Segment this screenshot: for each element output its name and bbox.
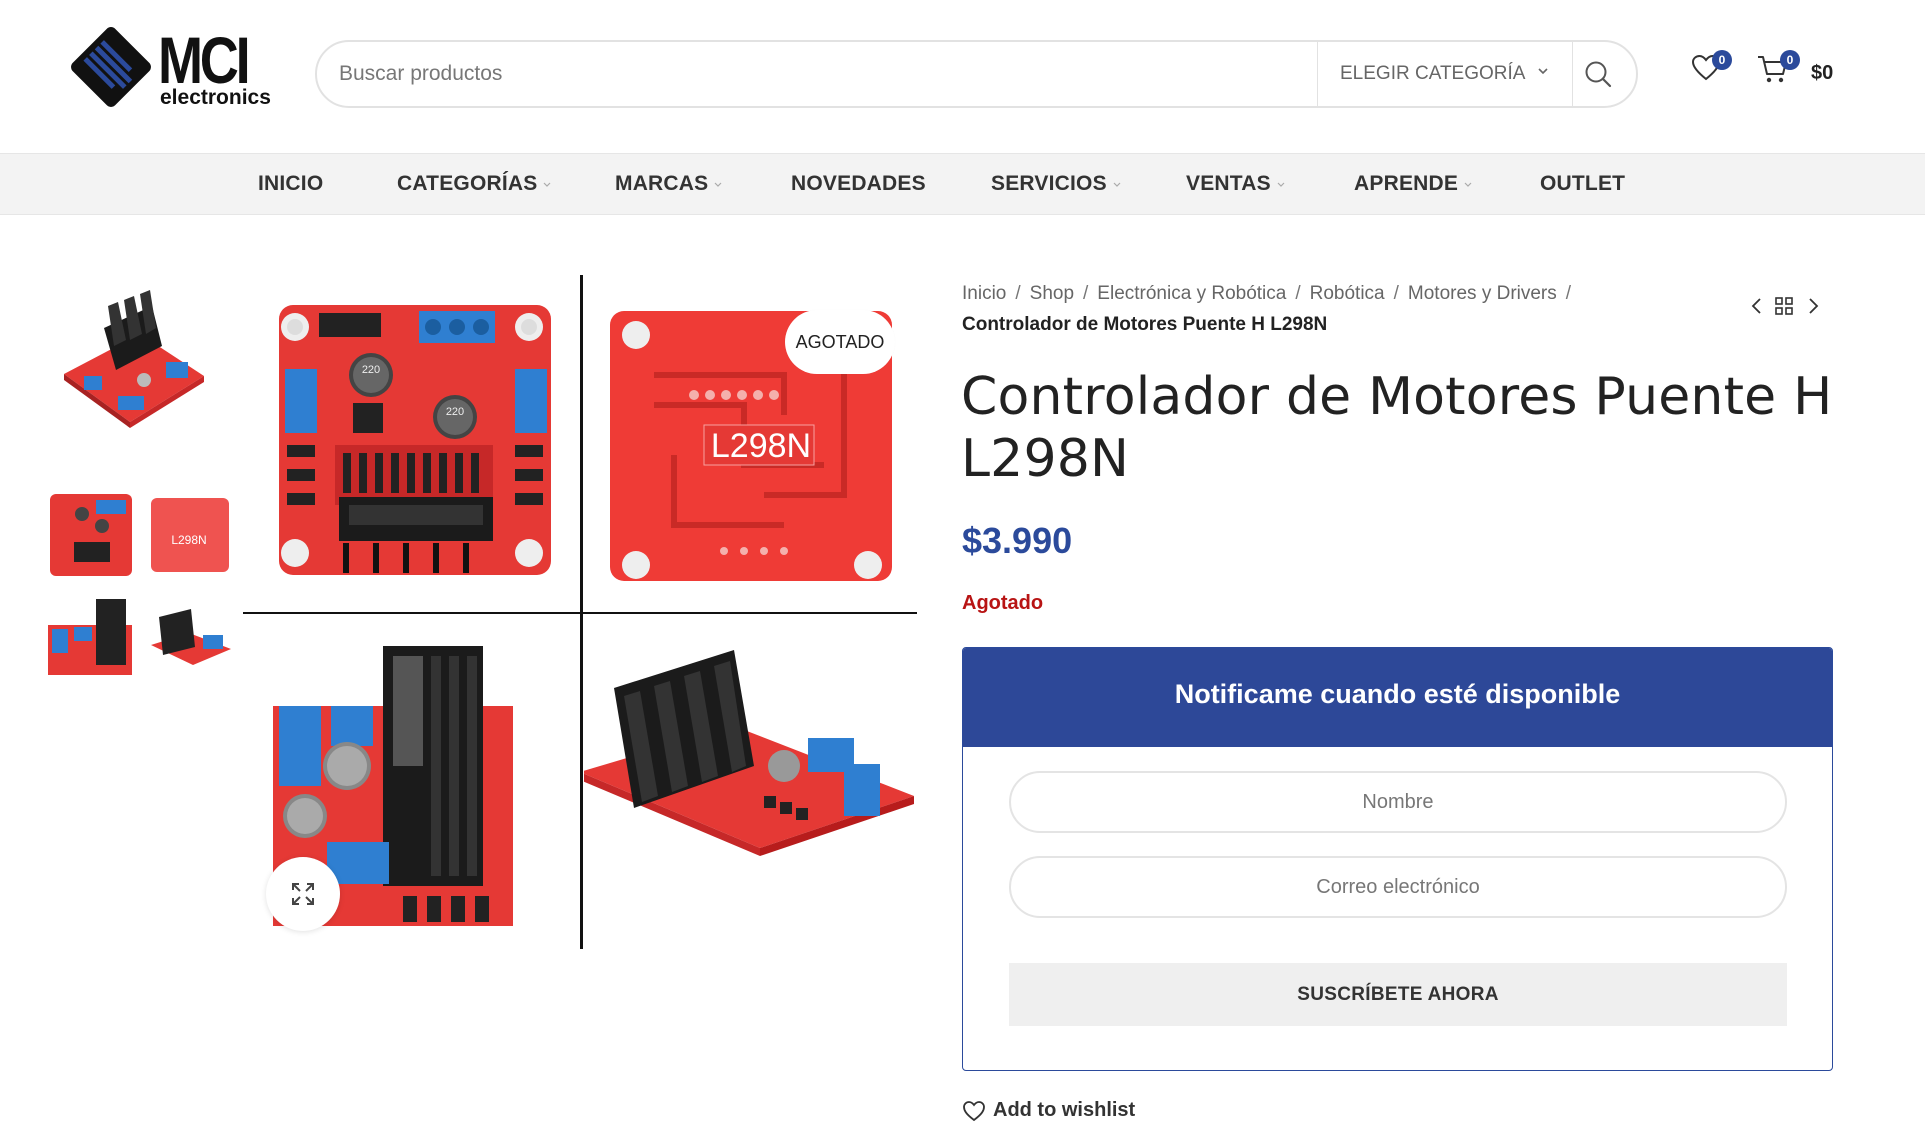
main-nav: INICIO CATEGORÍAS MARCAS NOVEDADES SERVI… — [0, 153, 1925, 215]
thumbnail-4[interactable] — [44, 589, 139, 686]
breadcrumb-link[interactable]: Shop — [1030, 283, 1074, 304]
nav-item-label: OUTLET — [1540, 172, 1626, 195]
breadcrumb-link[interactable]: Inicio — [962, 283, 1006, 304]
svg-text:220: 220 — [446, 406, 464, 418]
brand-tagline: electronics — [160, 86, 271, 109]
email-field[interactable]: Correo electrónico — [1009, 856, 1787, 918]
nav-item-inicio[interactable]: INICIO — [258, 154, 323, 214]
nav-item-label: INICIO — [258, 172, 324, 195]
chevron-down-icon — [1464, 182, 1472, 187]
add-to-wishlist-label: Add to wishlist — [993, 1099, 1136, 1121]
sold-out-tag: AGOTADO — [785, 310, 895, 374]
search-bar: ELEGIR CATEGORÍA — [315, 40, 1638, 108]
zoom-button[interactable] — [266, 857, 340, 931]
email-field-placeholder: Correo electrónico — [1316, 875, 1480, 898]
expand-icon — [292, 883, 314, 905]
chevron-down-icon — [1538, 68, 1548, 75]
nav-item-outlet[interactable]: OUTLET — [1540, 154, 1625, 214]
category-select-label: ELEGIR CATEGORÍA — [1340, 63, 1526, 84]
chevron-down-icon — [544, 182, 551, 187]
heart-icon — [963, 1100, 985, 1121]
nav-item-label: APRENDE — [1354, 172, 1459, 195]
nav-item-label: NOVEDADES — [791, 172, 926, 195]
cart-total[interactable]: $0 — [1811, 62, 1833, 85]
subscribe-button[interactable]: SUSCRÍBETE AHORA — [1009, 963, 1787, 1026]
product-navigation — [1748, 294, 1820, 318]
chevron-down-icon — [1113, 182, 1121, 187]
breadcrumb-separator: / — [1015, 283, 1021, 304]
product-image-thumbnail: L298N — [151, 498, 229, 572]
breadcrumb-separator: / — [1393, 283, 1399, 304]
gallery-divider-horizontal — [243, 612, 917, 614]
gallery-image-top-view: 220 220 — [243, 275, 579, 611]
nav-item-novedades[interactable]: NOVEDADES — [791, 154, 926, 214]
nav-item-ventas[interactable]: VENTAS — [1186, 154, 1286, 214]
search-input[interactable] — [339, 54, 1299, 94]
breadcrumb-separator: / — [1083, 283, 1089, 304]
nav-item-label: SERVICIOS — [991, 172, 1107, 195]
grid-icon[interactable] — [1774, 296, 1794, 316]
chevron-down-icon — [1277, 182, 1285, 187]
name-field[interactable]: Nombre — [1009, 771, 1787, 833]
breadcrumb-separator: / — [1295, 283, 1301, 304]
mci-logo-mark — [71, 27, 151, 107]
search-icon — [1585, 61, 1612, 88]
mci-logo[interactable]: MCI electronics — [66, 22, 276, 112]
nav-item-label: VENTAS — [1186, 172, 1271, 195]
breadcrumb-link[interactable]: Motores y Drivers — [1408, 283, 1557, 304]
chevron-left-icon[interactable] — [1748, 296, 1766, 316]
brand-name: MCI — [158, 23, 251, 97]
breadcrumb-separator: / — [1565, 283, 1572, 304]
notify-heading: Notificame cuando esté disponible — [963, 648, 1832, 747]
breadcrumb: Inicio / Shop / Electrónica y Robótica / Robót… — [962, 278, 1682, 340]
nav-item-label: MARCAS — [615, 172, 709, 195]
stock-status: Agotado — [962, 592, 1044, 614]
chevron-down-icon — [714, 182, 722, 187]
nav-item-categorias[interactable]: CATEGORÍAS — [397, 154, 552, 214]
cart-count-badge: 0 — [1780, 50, 1800, 70]
svg-text:220: 220 — [362, 364, 380, 376]
category-select[interactable]: ELEGIR CATEGORÍA — [1317, 42, 1573, 106]
thumbnail-5[interactable] — [145, 589, 234, 686]
nav-item-label: CATEGORÍAS — [397, 172, 538, 195]
thumbnail-2[interactable] — [44, 488, 139, 583]
product-price: $3.990 — [962, 520, 1073, 561]
thumbnail-list: L298N — [44, 276, 234, 686]
breadcrumb-link[interactable]: Robótica — [1310, 283, 1385, 304]
nav-item-marcas[interactable]: MARCAS — [615, 154, 723, 214]
name-field-placeholder: Nombre — [1362, 790, 1434, 813]
breadcrumb-current: Controlador de Motores Puente H L298N — [962, 314, 1328, 335]
wishlist-header-button[interactable]: 0 — [1690, 50, 1732, 89]
notify-form: Notificame cuando esté disponible Nombre… — [962, 647, 1833, 1071]
product-image-thumbnail — [48, 599, 132, 675]
thumbnail-chip-label: L298N — [171, 533, 206, 547]
gallery-chip-label: L298N — [711, 427, 811, 465]
breadcrumb-link[interactable]: Electrónica y Robótica — [1097, 283, 1286, 304]
product-image-thumbnail — [64, 290, 204, 428]
gallery-image-heatsink-view — [584, 616, 917, 949]
chevron-right-icon[interactable] — [1804, 296, 1822, 316]
cart-button[interactable]: 0 — [1756, 50, 1800, 91]
nav-item-aprende[interactable]: APRENDE — [1354, 154, 1473, 214]
thumbnail-1[interactable] — [44, 276, 234, 446]
product-title: Controlador de Motores Puente H L298N — [961, 367, 1833, 489]
nav-item-servicios[interactable]: SERVICIOS — [991, 154, 1122, 214]
wishlist-count-badge: 0 — [1712, 50, 1732, 70]
search-button[interactable] — [1570, 42, 1626, 106]
add-to-wishlist-link[interactable]: Add to wishlist — [962, 1099, 1135, 1122]
site-header: MCI electronics ELEGIR CATEGORÍA 0 0 $0 — [0, 0, 1925, 153]
product-image-thumbnail — [50, 494, 132, 576]
product-gallery[interactable]: 220 220 L298N — [243, 275, 917, 949]
product-image-thumbnail — [151, 609, 231, 665]
thumbnail-3[interactable]: L298N — [145, 488, 234, 583]
